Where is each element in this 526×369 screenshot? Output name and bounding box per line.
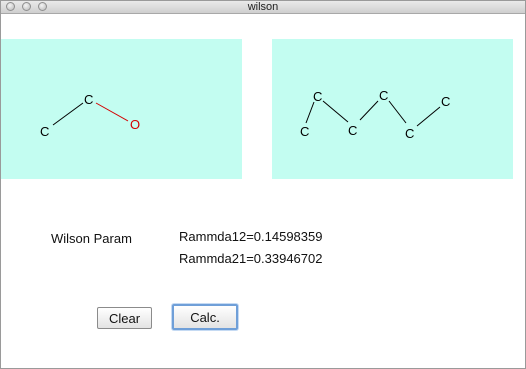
- bond-1-2: [305, 101, 315, 124]
- bond-5-6: [416, 106, 441, 127]
- wilson-param-label: Wilson Param: [51, 231, 132, 246]
- bond-c1-c2: [52, 102, 84, 126]
- window-title: wilson: [247, 1, 279, 13]
- bond-2-3: [322, 100, 349, 123]
- atom-c1: C: [300, 124, 309, 139]
- atom-c3: C: [348, 123, 357, 138]
- molecule-structure-1: C C O: [40, 92, 140, 139]
- atom-c4: C: [379, 88, 388, 103]
- molecule-structure-2: C C C C C C: [300, 88, 450, 141]
- rammda12-value: Rammda12=0.14598359: [179, 229, 323, 244]
- bond-4-5: [388, 100, 407, 124]
- bond-c2-o: [95, 102, 129, 122]
- bond-3-4: [359, 100, 379, 121]
- app-window: wilson C C O C C C C C C Wilson Param Ra…: [0, 0, 526, 369]
- atom-o: O: [130, 117, 140, 132]
- atom-c6: C: [441, 94, 450, 109]
- title-bar: wilson: [1, 1, 525, 14]
- atom-c2: C: [313, 89, 322, 104]
- clear-button[interactable]: Clear: [97, 307, 152, 329]
- atom-c1: C: [40, 124, 49, 139]
- atom-c5: C: [405, 126, 414, 141]
- rammda21-value: Rammda21=0.33946702: [179, 251, 323, 266]
- atom-c2: C: [84, 92, 93, 107]
- molecule-panel-component-1: C C O: [1, 39, 242, 179]
- calc-button[interactable]: Calc.: [172, 304, 238, 330]
- molecule-panel-component-2: C C C C C C: [272, 39, 513, 179]
